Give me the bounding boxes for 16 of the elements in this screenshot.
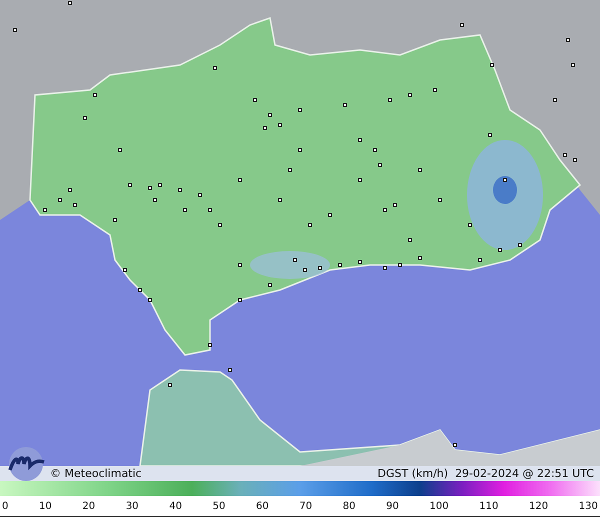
scale-tick-label: 50 — [212, 500, 226, 512]
scale-tick-label: 90 — [386, 500, 399, 512]
scale-tick-label: 120 — [529, 500, 548, 512]
scale-tick-label: 80 — [342, 500, 356, 512]
scale-tick-label: 130 — [578, 500, 598, 512]
scale-tick-label: 0 — [2, 500, 8, 512]
scale-tick-label: 100 — [430, 500, 449, 512]
variable-timestamp-text: DGST (km/h) 29-02-2024 @ 22:51 UTC — [378, 467, 594, 480]
scale-tick-label: 10 — [39, 500, 52, 512]
scale-tick-label: 110 — [479, 500, 498, 512]
scale-tick-label: 30 — [126, 500, 139, 512]
scale-tick-label: 20 — [82, 500, 96, 512]
scale-tick-label: 40 — [169, 500, 182, 512]
copyright-text: © Meteoclimatic — [50, 467, 142, 480]
scale-tick-label: 70 — [299, 500, 312, 512]
scale-tick-label: 60 — [256, 500, 269, 512]
